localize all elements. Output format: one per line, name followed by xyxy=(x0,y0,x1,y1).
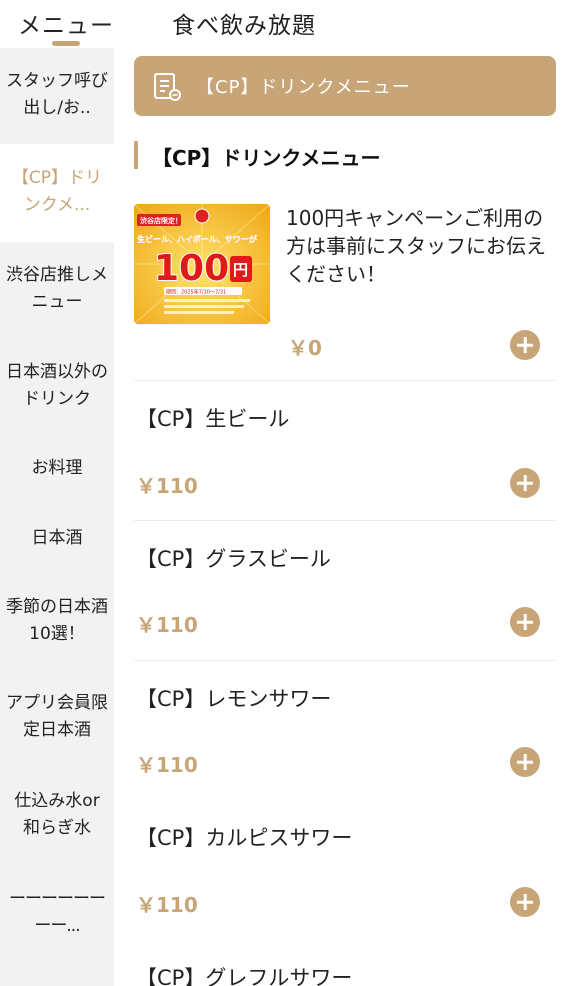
add-icon[interactable] xyxy=(510,747,540,777)
item-price: ￥110 xyxy=(136,613,198,637)
svg-text:円: 円 xyxy=(233,261,248,279)
section-accent-bar xyxy=(134,141,138,169)
category-sidebar: スタッフ呼び出し/お.. 【CP】ドリンクメ... 渋谷店推しメニュー 日本酒以… xyxy=(0,48,114,986)
sidebar-item-divider[interactable]: ーーーーーーーー... xyxy=(0,886,114,940)
sidebar-item-staff-call[interactable]: スタッフ呼び出し/お.. xyxy=(0,68,114,122)
item-price: ￥110 xyxy=(136,753,198,777)
menu-item[interactable]: 【CP】レモンサワー ￥110 xyxy=(134,661,556,800)
item-name: 【CP】カルピスサワー xyxy=(136,826,353,850)
tab-menu[interactable]: メニュー xyxy=(18,6,114,40)
menu-item[interactable]: 【CP】生ビール ￥110 xyxy=(134,381,556,521)
item-price: ￥110 xyxy=(136,474,198,498)
add-icon[interactable] xyxy=(510,887,540,917)
sidebar-item-food[interactable]: お料理 xyxy=(0,455,114,482)
add-icon[interactable] xyxy=(510,330,540,360)
item-name: 【CP】生ビール xyxy=(136,407,290,431)
menu-item[interactable]: 【CP】グレフルサワー xyxy=(134,940,556,986)
item-name: 【CP】レモンサワー xyxy=(136,687,332,711)
sidebar-item-member-sake[interactable]: アプリ会員限定日本酒 xyxy=(0,690,114,744)
add-icon[interactable] xyxy=(510,468,540,498)
item-price: ￥110 xyxy=(136,893,198,917)
tab-all-you-can-drink[interactable]: 食べ飲み放題 xyxy=(172,6,316,40)
promo-description: 100円キャンペーンご利用の方は事前にスタッフにお伝えください！ xyxy=(286,206,546,286)
svg-text:生ビール、ハイボール、サワーが: 生ビール、ハイボール、サワーが xyxy=(137,234,258,244)
item-name: 【CP】グレフルサワー xyxy=(136,966,353,986)
svg-text:渋谷店限定！: 渋谷店限定！ xyxy=(140,216,182,225)
category-banner-label: 【CP】ドリンクメニュー xyxy=(196,77,411,98)
tab-active-indicator xyxy=(52,41,80,46)
menu-item[interactable]: 【CP】カルピスサワー ￥110 xyxy=(134,800,556,940)
menu-item-promo[interactable]: 渋谷店限定！ 生ビール、ハイボール、サワーが 100 円 期間：2025年7/1… xyxy=(134,204,556,381)
add-icon[interactable] xyxy=(510,607,540,637)
sidebar-item-water[interactable]: 仕込み水or和らぎ水 xyxy=(0,788,114,842)
sidebar-item-seasonal-sake[interactable]: 季節の日本酒10選！ xyxy=(0,594,114,648)
menu-list-icon xyxy=(154,73,181,101)
promo-price: ￥0 xyxy=(288,336,322,360)
sidebar-item-cp-drink[interactable]: 【CP】ドリンクメ... xyxy=(0,165,114,219)
item-name: 【CP】グラスビール xyxy=(136,547,331,571)
promo-graphic: 渋谷店限定！ 生ビール、ハイボール、サワーが 100 円 期間：2025年7/1… xyxy=(134,204,270,324)
svg-text:100: 100 xyxy=(154,248,229,289)
svg-text:期間：2025年7/10～7/31: 期間：2025年7/10～7/31 xyxy=(166,289,226,296)
category-banner[interactable]: 【CP】ドリンクメニュー xyxy=(134,56,556,116)
sidebar-item-non-sake-drinks[interactable]: 日本酒以外のドリンク xyxy=(0,359,114,413)
sidebar-item-shibuya-recommend[interactable]: 渋谷店推しメニュー xyxy=(0,262,114,316)
section-title: 【CP】ドリンクメニュー xyxy=(152,146,381,170)
menu-content: 【CP】ドリンクメニュー 【CP】ドリンクメニュー 渋谷店限定！ 生ビール、ハイ… xyxy=(114,48,576,986)
promo-image: 渋谷店限定！ 生ビール、ハイボール、サワーが 100 円 期間：2025年7/1… xyxy=(134,204,270,324)
top-tabs: メニュー 食べ飲み放題 xyxy=(0,0,576,48)
sidebar-item-sake[interactable]: 日本酒 xyxy=(0,525,114,552)
menu-item[interactable]: 【CP】グラスビール ￥110 xyxy=(134,521,556,661)
